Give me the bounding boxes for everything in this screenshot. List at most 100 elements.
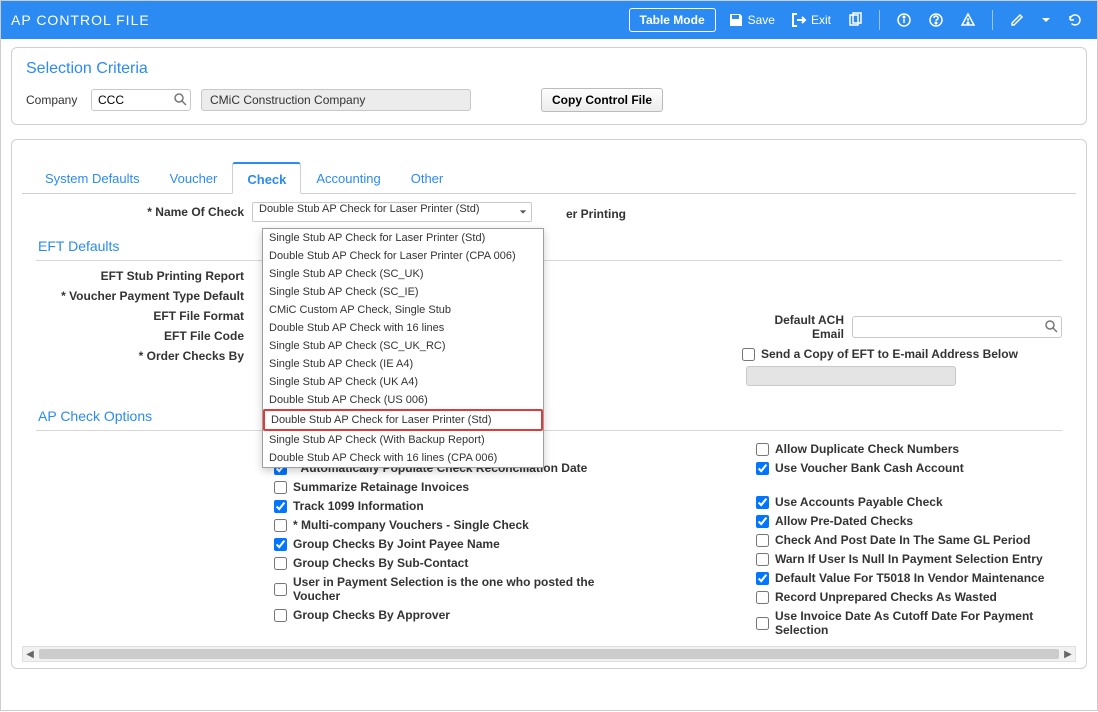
search-icon[interactable] [173, 92, 187, 106]
check-option-checkbox[interactable] [274, 500, 287, 513]
check-option-checkbox[interactable] [756, 553, 769, 566]
topbar: AP CONTROL FILE Table Mode Save Exit [1, 1, 1097, 39]
check-options-right: Allow Duplicate Check NumbersUse Voucher… [756, 437, 1062, 642]
check-option-checkbox[interactable] [274, 519, 287, 532]
check-option-row: Allow Pre-Dated Checks [756, 514, 1062, 528]
check-option-checkbox[interactable] [756, 515, 769, 528]
content-panel: System Defaults Voucher Check Accounting… [11, 139, 1087, 669]
check-option-row: Group Checks By Joint Payee Name [274, 537, 756, 551]
check-option-label: Group Checks By Approver [293, 608, 450, 622]
refresh-icon[interactable] [1063, 8, 1087, 32]
name-of-check-select[interactable]: Double Stub AP Check for Laser Printer (… [252, 202, 532, 222]
default-ach-email-input[interactable] [852, 316, 1062, 338]
tab-accounting[interactable]: Accounting [301, 162, 395, 194]
check-option-row: Group Checks By Sub-Contact [274, 556, 756, 570]
check-option-label: * Multi-company Vouchers - Single Check [293, 518, 529, 532]
dropdown-option[interactable]: Single Stub AP Check (SC_UK) [263, 265, 543, 283]
dropdown-option[interactable]: Double Stub AP Check with 16 lines (CPA … [263, 449, 543, 467]
check-option-row: Record Unprepared Checks As Wasted [756, 590, 1062, 604]
dropdown-option[interactable]: Double Stub AP Check for Laser Printer (… [263, 409, 543, 431]
duplicate-icon[interactable] [843, 8, 867, 32]
check-option-checkbox[interactable] [274, 481, 287, 494]
check-option-label: Allow Duplicate Check Numbers [775, 442, 959, 456]
tab-other[interactable]: Other [396, 162, 459, 194]
order-checks-by-label: * Order Checks By [36, 349, 252, 363]
check-option-label: Use Accounts Payable Check [775, 495, 943, 509]
check-option-checkbox[interactable] [756, 572, 769, 585]
check-option-row: Allow Duplicate Check Numbers [756, 442, 1062, 456]
check-option-checkbox[interactable] [274, 538, 287, 551]
search-icon[interactable] [1044, 319, 1058, 333]
check-option-row: User in Payment Selection is the one who… [274, 575, 756, 603]
company-label: Company [26, 93, 81, 107]
dropdown-option[interactable]: Single Stub AP Check (IE A4) [263, 355, 543, 373]
check-option-label: Default Value For T5018 In Vendor Mainte… [775, 571, 1044, 585]
dropdown-caret-icon[interactable] [1037, 11, 1055, 29]
tab-check[interactable]: Check [232, 162, 301, 194]
check-option-checkbox[interactable] [274, 583, 287, 596]
default-ach-email-label: Default ACH Email [742, 313, 852, 341]
check-option-label: User in Payment Selection is the one who… [293, 575, 623, 603]
dropdown-option[interactable]: Single Stub AP Check (SC_IE) [263, 283, 543, 301]
check-option-label: Group Checks By Joint Payee Name [293, 537, 500, 551]
check-option-label: Summarize Retainage Invoices [293, 480, 469, 494]
page-title: AP CONTROL FILE [11, 12, 621, 28]
save-icon [728, 12, 744, 28]
main-area: Selection Criteria Company CMiC Construc… [1, 39, 1097, 712]
send-copy-eft-label: Send a Copy of EFT to E-mail Address Bel… [761, 347, 1018, 361]
dropdown-option[interactable]: Double Stub AP Check with 16 lines [263, 319, 543, 337]
tab-voucher[interactable]: Voucher [155, 162, 233, 194]
dropdown-option[interactable]: Single Stub AP Check for Laser Printer (… [263, 229, 543, 247]
check-option-row: * Multi-company Vouchers - Single Check [274, 518, 756, 532]
send-copy-eft-checkbox[interactable] [742, 348, 755, 361]
check-option-checkbox[interactable] [756, 496, 769, 509]
dropdown-option[interactable]: Double Stub AP Check (US 006) [263, 391, 543, 409]
check-option-row: Warn If User Is Null In Payment Selectio… [756, 552, 1062, 566]
check-option-checkbox[interactable] [756, 443, 769, 456]
check-option-label: Record Unprepared Checks As Wasted [775, 590, 997, 604]
company-row: Company CMiC Construction Company Copy C… [26, 88, 1072, 112]
check-option-label: Check And Post Date In The Same GL Perio… [775, 533, 1030, 547]
eft-file-code-label: EFT File Code [36, 329, 252, 343]
voucher-payment-type-label: * Voucher Payment Type Default [36, 289, 252, 303]
check-option-label: Use Invoice Date As Cutoff Date For Paym… [775, 609, 1062, 637]
copy-control-file-button[interactable]: Copy Control File [541, 88, 663, 112]
check-option-checkbox[interactable] [756, 534, 769, 547]
check-option-row: Use Invoice Date As Cutoff Date For Paym… [756, 609, 1062, 637]
printing-note-fragment: er Printing [566, 207, 626, 221]
check-option-checkbox[interactable] [756, 462, 769, 475]
check-option-label: Allow Pre-Dated Checks [775, 514, 913, 528]
warning-icon[interactable] [956, 8, 980, 32]
dropdown-option[interactable]: Single Stub AP Check (SC_UK_RC) [263, 337, 543, 355]
dropdown-option[interactable]: Single Stub AP Check (With Backup Report… [263, 431, 543, 449]
dropdown-option[interactable]: Single Stub AP Check (UK A4) [263, 373, 543, 391]
exit-button[interactable]: Exit [787, 8, 835, 32]
edit-icon[interactable] [1005, 8, 1029, 32]
selection-criteria-title: Selection Criteria [26, 60, 1072, 78]
check-option-checkbox[interactable] [756, 591, 769, 604]
check-option-checkbox[interactable] [274, 609, 287, 622]
separator [992, 10, 993, 30]
horizontal-scrollbar[interactable]: ◀ ▶ [22, 646, 1076, 662]
ap-check-options-heading: AP Check Options [36, 402, 1062, 431]
check-option-row: Default Value For T5018 In Vendor Mainte… [756, 571, 1062, 585]
scroll-left-icon[interactable]: ◀ [23, 649, 37, 660]
table-mode-button[interactable]: Table Mode [629, 8, 716, 32]
chevron-down-icon [519, 208, 527, 216]
info-icon[interactable] [892, 8, 916, 32]
save-button[interactable]: Save [724, 8, 779, 32]
help-icon[interactable] [924, 8, 948, 32]
check-option-row: Summarize Retainage Invoices [274, 480, 756, 494]
name-of-check-dropdown[interactable]: Single Stub AP Check for Laser Printer (… [262, 228, 544, 468]
scroll-right-icon[interactable]: ▶ [1061, 649, 1075, 660]
name-of-check-value: Double Stub AP Check for Laser Printer (… [259, 203, 480, 215]
check-option-row: Group Checks By Approver [274, 608, 756, 622]
tab-system-defaults[interactable]: System Defaults [30, 162, 155, 194]
check-option-checkbox[interactable] [274, 557, 287, 570]
check-option-checkbox[interactable] [756, 617, 769, 630]
dropdown-option[interactable]: Double Stub AP Check for Laser Printer (… [263, 247, 543, 265]
dropdown-option[interactable]: CMiC Custom AP Check, Single Stub [263, 301, 543, 319]
scroll-track[interactable] [39, 649, 1059, 659]
tabs: System Defaults Voucher Check Accounting… [22, 162, 1076, 194]
check-option-label: Warn If User Is Null In Payment Selectio… [775, 552, 1043, 566]
